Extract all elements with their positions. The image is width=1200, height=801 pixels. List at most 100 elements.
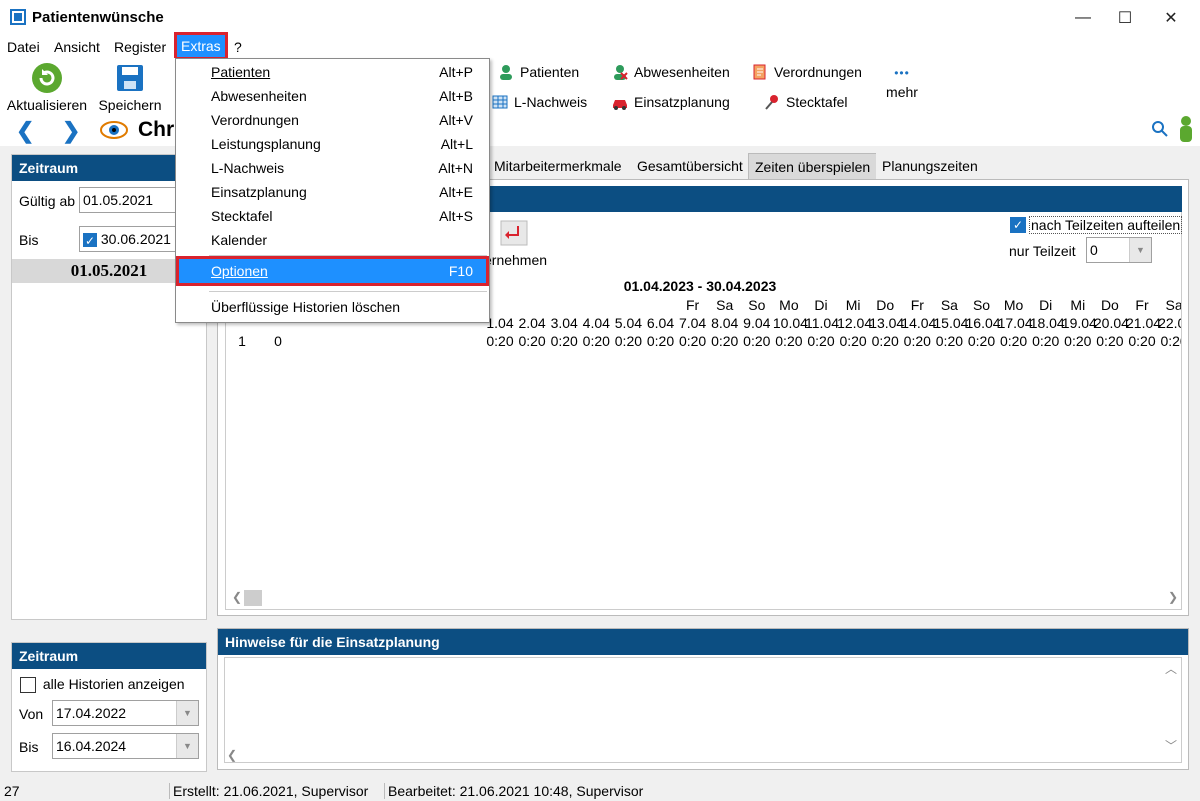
nur-teilzeit-combo[interactable]: 0 ▼	[1086, 237, 1152, 263]
forward-arrow-icon[interactable]: ❯	[62, 118, 80, 144]
person-absent-icon	[612, 64, 628, 80]
time-cell: 0:20	[839, 333, 867, 349]
bis2-combo[interactable]: 16.04.2024 ▼	[52, 733, 199, 759]
stecktafel-button[interactable]: Stecktafel	[764, 94, 847, 110]
refresh-icon	[32, 63, 62, 93]
menu-ansicht[interactable]: Ansicht	[50, 38, 104, 57]
status-created: Erstellt: 21.06.2021, Supervisor	[169, 783, 368, 799]
zeitraum-history-panel: Zeitraum alle Historien anzeigen Von 17.…	[11, 642, 207, 772]
bis-check-icon[interactable]: ✓	[83, 233, 97, 248]
menu-item-stecktafel[interactable]: Stecktafel Alt+S	[176, 204, 489, 228]
hinweise-textarea[interactable]: ︿ ﹀ ❮	[224, 657, 1182, 763]
tab-zeiten-ueberspielen[interactable]: Zeiten überspielen	[748, 153, 878, 179]
menu-register[interactable]: Register	[110, 38, 170, 57]
all-histories-row[interactable]: alle Historien anzeigen	[20, 676, 185, 694]
date-header: 8.04	[711, 315, 739, 331]
more-dots-icon: •••	[894, 66, 910, 80]
scroll-left-icon[interactable]: ❮	[227, 748, 237, 762]
abwesenheiten-button[interactable]: Abwesenheiten	[612, 64, 730, 80]
record-name: Chr	[138, 118, 175, 141]
tab-bar: Mitarbeitermerkmale Gesamtübersicht Zeit…	[488, 153, 1188, 179]
bis2-value: 16.04.2024	[56, 738, 127, 754]
search-icon[interactable]	[1152, 121, 1168, 140]
zeitraum-history-header: Zeitraum	[12, 643, 206, 669]
von-value: 17.04.2022	[56, 705, 127, 721]
chevron-down-icon[interactable]: ▼	[176, 734, 198, 758]
menu-item-optionen[interactable]: Optionen F10	[176, 256, 489, 286]
verordnungen-button[interactable]: Verordnungen	[752, 64, 862, 80]
prescription-icon	[752, 64, 768, 80]
date-header: 14.04	[901, 315, 937, 331]
uebernehmen-label[interactable]: ernehmen	[484, 252, 547, 268]
nur-teilzeit-value: 0	[1090, 242, 1098, 258]
lnachweis-button[interactable]: L-Nachweis	[492, 94, 587, 110]
time-cell: 0:20	[614, 333, 643, 349]
menu-help[interactable]: ?	[230, 38, 246, 57]
more-button[interactable]: ••• mehr	[880, 66, 924, 100]
save-button[interactable]: Speichern	[94, 62, 166, 113]
menu-datei[interactable]: Datei	[3, 38, 44, 57]
scroll-left-icon[interactable]: ❮	[232, 590, 242, 604]
stecktafel-label: Stecktafel	[786, 94, 848, 110]
scroll-down-icon[interactable]: ﹀	[1165, 737, 1177, 754]
time-cell: 0:20	[1096, 333, 1124, 349]
weekday-header: Fr	[685, 297, 700, 313]
refresh-button[interactable]: Aktualisieren	[4, 62, 90, 113]
scroll-up-icon[interactable]: ︿	[1165, 660, 1177, 677]
menu-item-einsatzplanung[interactable]: Einsatzplanung Alt+E	[176, 180, 489, 204]
tab-gesamtuebersicht[interactable]: Gesamtübersicht	[631, 153, 749, 179]
close-button[interactable]: ✕	[1148, 0, 1194, 36]
user-icon[interactable]	[1178, 116, 1194, 145]
date-header: 10.04	[772, 315, 808, 331]
date-header: 3.04	[550, 315, 578, 331]
person-icon	[498, 64, 514, 80]
chevron-down-icon[interactable]: ▼	[1129, 238, 1151, 262]
period-label: 01.04.2023 - 30.04.2023	[623, 278, 777, 294]
menu-item-leistungsplanung[interactable]: Leistungsplanung Alt+L	[176, 132, 489, 156]
tab-planungszeiten[interactable]: Planungszeiten	[876, 153, 984, 179]
maximize-button[interactable]: ☐	[1102, 0, 1148, 36]
von-label: Von	[19, 706, 44, 722]
time-cell: 0:20	[775, 333, 803, 349]
weekday-header: Sa	[1165, 297, 1181, 313]
horizontal-scrollbar-thumb[interactable]	[244, 590, 262, 606]
optionen-label: Optionen	[211, 263, 268, 279]
tab-mitarbeitermerkmale[interactable]: Mitarbeitermerkmale	[488, 153, 628, 179]
menu-item-abwesenheiten[interactable]: Abwesenheiten Alt+B	[176, 84, 489, 108]
menu-item-patienten[interactable]: Patienten Alt+P	[176, 60, 489, 84]
weekday-header: Do	[876, 297, 895, 313]
weekday-header: Mo	[1003, 297, 1024, 313]
row-number: 1	[238, 333, 246, 349]
date-header: 6.04	[646, 315, 675, 331]
date-header: 21.04	[1126, 315, 1162, 331]
weekday-header: Do	[1100, 297, 1119, 313]
menu-item-historien-loeschen[interactable]: Überflüssige Historien löschen	[176, 295, 489, 319]
time-cell: 0:20	[1128, 333, 1156, 349]
date-header: 15.04	[933, 315, 969, 331]
von-combo[interactable]: 17.04.2022 ▼	[52, 700, 199, 726]
menu-extras[interactable]: Extras	[174, 32, 228, 60]
menu-item-verordnungen[interactable]: Verordnungen Alt+V	[176, 108, 489, 132]
minimize-button[interactable]: —	[1060, 0, 1106, 36]
all-histories-checkbox[interactable]	[20, 677, 36, 694]
einsatzplanung-button[interactable]: Einsatzplanung	[612, 94, 730, 110]
date-header: 18.04	[1029, 315, 1065, 331]
time-cell: 0:20	[871, 333, 899, 349]
patienten-button[interactable]: Patienten	[498, 64, 579, 80]
time-cell: 0:20	[935, 333, 964, 349]
status-bar: 27 Erstellt: 21.06.2021, Supervisor Bear…	[0, 781, 1200, 801]
teilzeit-check-row[interactable]: ✓ nach Teilzeiten aufteilen	[1010, 216, 1183, 234]
scroll-right-icon[interactable]: ❯	[1168, 590, 1178, 604]
menu-item-kalender[interactable]: Kalender	[176, 228, 489, 252]
back-arrow-icon[interactable]: ❮	[16, 118, 34, 144]
date-header: 4.04	[582, 315, 610, 331]
time-cell: 0:20	[486, 333, 514, 349]
uebernehmen-icon[interactable]	[500, 220, 528, 249]
chevron-down-icon[interactable]: ▼	[176, 701, 198, 725]
table-row[interactable]: 1 0 0:20 0:20 0:20 0:20 0:20 0:20 0:20 0:20 0:20 0:…	[226, 332, 1181, 350]
menu-item-lnachweis[interactable]: L-Nachweis Alt+N	[176, 156, 489, 180]
teilzeit-checkbox[interactable]: ✓	[1010, 217, 1026, 233]
pin-icon	[764, 94, 780, 110]
date-header: 16.04	[965, 315, 1001, 331]
row-value: 0	[274, 333, 282, 349]
